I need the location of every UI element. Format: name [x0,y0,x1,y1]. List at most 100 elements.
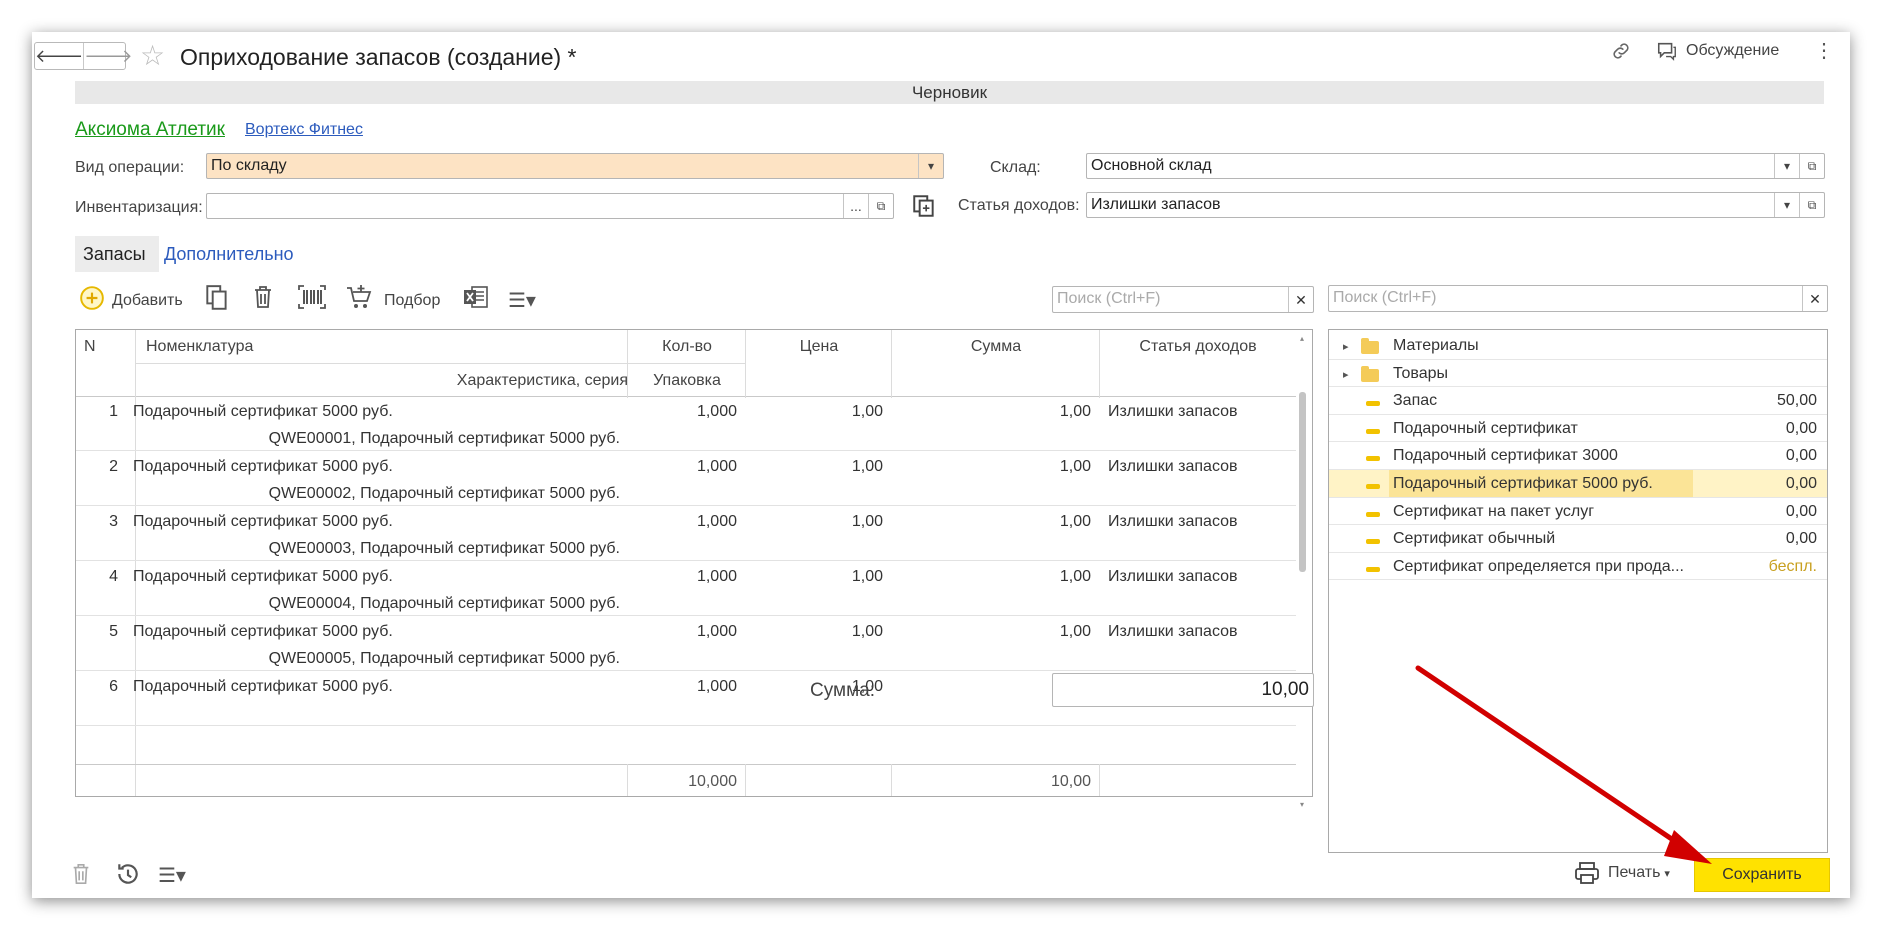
warehouse-field[interactable]: Основной склад ▾ ⧉ [1086,153,1825,179]
inventory-select-button[interactable]: ... [843,194,868,218]
col-header-income[interactable]: Статья доходов [1100,338,1296,356]
tree-item[interactable]: Сертификат обычный 0,00 [1329,525,1827,553]
col-header-characteristic[interactable]: Характеристика, серия [146,372,628,390]
favorite-star-icon[interactable]: ☆ [140,42,165,70]
organization-link-secondary[interactable]: Вортекс Фитнес [245,121,363,139]
triangle-down-icon: ▾ [1783,198,1791,212]
add-button-label[interactable]: Добавить [112,292,183,310]
tree-item-value: 0,00 [1785,475,1817,492]
table-search-clear[interactable]: ✕ [1288,287,1313,312]
tree-item-value: 0,00 [1785,530,1817,548]
table-scrollbar-thumb[interactable] [1299,392,1306,572]
row-nomenclature: Подарочный сертификат 5000 руб. [133,678,393,695]
delete-button[interactable] [251,284,275,315]
tab-additional[interactable]: Дополнительно [164,236,294,272]
tree-item[interactable]: Подарочный сертификат 3000 0,00 [1329,442,1827,470]
tree-search-input[interactable]: Поиск (Ctrl+F) ✕ [1328,285,1828,312]
fill-from-inventory-button[interactable] [911,193,937,224]
col-divider [627,330,628,398]
row-qty: 1,000 [696,568,737,585]
col-divider [745,764,746,796]
col-divider [1099,330,1100,398]
row-number: 4 [109,568,118,585]
col-header-qty[interactable]: Кол-во [628,338,746,356]
col-header-nomenclature[interactable]: Номенклатура [146,338,253,356]
tree-folder[interactable]: ▸ Материалы [1329,332,1827,360]
col-header-pack[interactable]: Упаковка [628,372,746,390]
organization-link-primary[interactable]: Аксиома Атлетик [75,119,225,141]
col-header-sum[interactable]: Сумма [892,338,1100,356]
pick-button-label[interactable]: Подбор [384,292,440,310]
tree-item-name: Запас [1393,392,1438,410]
income-item-label: Статья доходов: [958,197,1080,214]
expand-triangle-icon[interactable]: ▸ [1343,340,1349,353]
open-window-icon: ⧉ [876,199,886,213]
discuss-button[interactable]: Обсуждение [1656,40,1779,62]
expand-triangle-icon[interactable]: ▸ [1343,368,1349,381]
income-item-dropdown[interactable]: ▾ [1774,193,1799,217]
tree-item-name: Подарочный сертификат 5000 руб. [1393,475,1653,492]
tree-search-clear[interactable]: ✕ [1802,286,1827,311]
table-more-menu[interactable]: ☰▾ [508,288,536,313]
navigation-buttons: 🡐 🡒 [34,42,133,70]
hamburger-menu-icon: ☰▾ [158,865,186,887]
barcode-button[interactable] [297,284,327,315]
row-divider [76,725,1296,726]
tree-search-placeholder: Поиск (Ctrl+F) [1333,289,1437,306]
income-item-open-button[interactable]: ⧉ [1799,193,1824,217]
row-income-item: Излишки запасов [1108,458,1238,475]
tree-folder[interactable]: ▸ Товары [1329,360,1827,388]
table-row[interactable]: 4 Подарочный сертификат 5000 руб. QWE00004… [76,561,1296,616]
table-row[interactable]: 3 Подарочный сертификат 5000 руб. QWE00003… [76,506,1296,561]
open-window-icon: ⧉ [1807,198,1817,212]
pick-button[interactable] [345,284,373,317]
col-header-price[interactable]: Цена [746,338,892,356]
table-search-input[interactable]: Поиск (Ctrl+F) ✕ [1052,286,1314,313]
table-row[interactable]: 1 Подарочный сертификат 5000 руб. QWE00001… [76,396,1296,451]
col-divider [1099,764,1100,796]
footer-delete-button[interactable] [70,862,92,891]
row-sum: 1,00 [1059,568,1091,585]
sum-field: 10,00 [1052,673,1314,707]
add-button[interactable] [79,285,105,316]
operation-type-field[interactable]: По складу ▾ [206,153,944,179]
warehouse-dropdown[interactable]: ▾ [1774,154,1799,178]
link-button[interactable] [1610,40,1632,67]
item-marker-icon [1366,401,1380,407]
warehouse-open-button[interactable]: ⧉ [1799,154,1824,178]
table-row[interactable]: 2 Подарочный сертификат 5000 руб. QWE00002… [76,451,1296,506]
forward-button[interactable]: 🡒 [83,43,133,69]
history-button[interactable] [115,861,141,892]
copy-button[interactable] [204,284,230,317]
row-sum: 1,00 [1059,403,1091,420]
tree-item[interactable]: Подарочный сертификат 5000 руб. 0,00 [1329,470,1827,498]
table-row[interactable]: 5 Подарочный сертификат 5000 руб. QWE00005… [76,616,1296,671]
excel-button[interactable] [462,284,490,315]
col-header-n[interactable]: N [84,338,96,356]
row-price: 1,00 [851,458,883,475]
footer-more-menu[interactable]: ☰▾ [158,863,186,888]
copy-document-icon [913,195,934,217]
item-marker-icon [1366,511,1380,517]
back-button[interactable]: 🡐 [35,43,83,69]
tree-item[interactable]: Подарочный сертификат 0,00 [1329,415,1827,443]
inventory-field[interactable]: ... ⧉ [206,193,894,219]
income-item-field[interactable]: Излишки запасов ▾ ⧉ [1086,192,1825,218]
sum-label: Сумма: [810,680,875,701]
tab-stocks[interactable]: Запасы [75,236,159,272]
more-menu-button[interactable]: ⋮ [1814,41,1834,61]
stocks-table[interactable]: N Номенклатура Характеристика, серия Кол… [75,329,1313,797]
row-price: 1,00 [851,403,883,420]
folder-icon [1361,365,1379,382]
item-marker-icon [1366,566,1380,572]
tree-item[interactable]: Сертификат определяется при прода... бесп… [1329,553,1827,581]
row-nomenclature: Подарочный сертификат 5000 руб. [133,403,393,420]
table-scrollbar[interactable]: ▴ ▾ [1298,332,1307,809]
row-nomenclature: Подарочный сертификат 5000 руб. [133,623,393,640]
inventory-open-button[interactable]: ⧉ [868,194,893,218]
row-number: 6 [109,678,118,695]
tree-item-name: Подарочный сертификат [1393,419,1578,437]
operation-type-dropdown[interactable]: ▾ [918,154,943,178]
tree-item[interactable]: Запас 50,00 [1329,387,1827,415]
tree-item[interactable]: Сертификат на пакет услуг 0,00 [1329,498,1827,526]
